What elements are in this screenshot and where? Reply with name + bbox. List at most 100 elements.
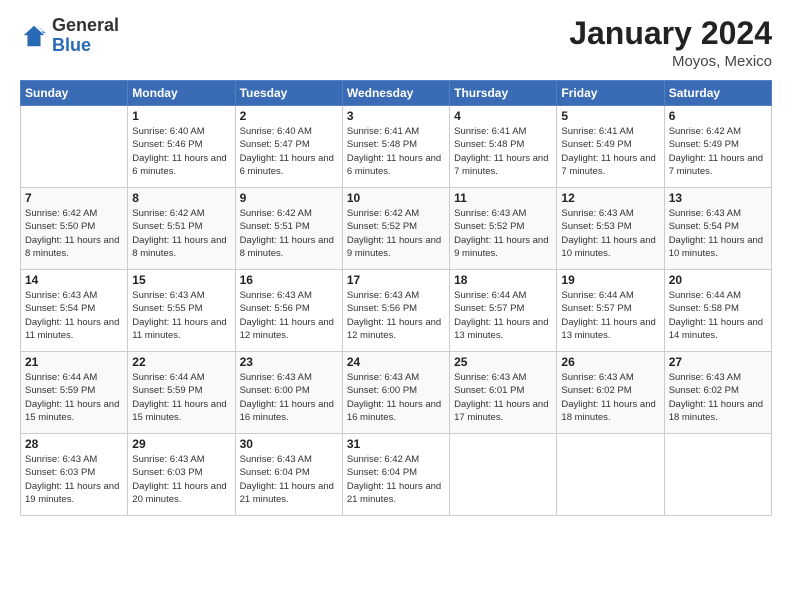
- header: General Blue January 2024 Moyos, Mexico: [20, 16, 772, 70]
- day-number: 5: [561, 109, 659, 123]
- day-cell: 20Sunrise: 6:44 AMSunset: 5:58 PMDayligh…: [664, 270, 771, 352]
- day-cell: 27 Sunrise: 6:43 AMSunset: 6:02 PMDayligh…: [664, 352, 771, 434]
- day-cell: 22Sunrise: 6:44 AMSunset: 5:59 PMDayligh…: [128, 352, 235, 434]
- day-info: Sunrise: 6:42 AMSunset: 5:51 PMDaylight:…: [132, 207, 230, 260]
- day-info: Sunrise: 6:42 AMSunset: 5:52 PMDaylight:…: [347, 207, 445, 260]
- day-info: Sunrise: 6:42 AMSunset: 6:04 PMDaylight:…: [347, 453, 445, 506]
- calendar-table: SundayMondayTuesdayWednesdayThursdayFrid…: [20, 80, 772, 516]
- day-number: 28: [25, 437, 123, 451]
- day-number: 20: [669, 273, 767, 287]
- week-row-1: 1Sunrise: 6:40 AMSunset: 5:46 PMDaylight…: [21, 106, 772, 188]
- day-info: Sunrise: 6:43 AMSunset: 5:55 PMDaylight:…: [132, 289, 230, 342]
- day-number: 26: [561, 355, 659, 369]
- day-number: 8: [132, 191, 230, 205]
- day-number: 29: [132, 437, 230, 451]
- day-info: Sunrise: 6:43 AMSunset: 5:52 PMDaylight:…: [454, 207, 552, 260]
- day-number: 16: [240, 273, 338, 287]
- day-number: 10: [347, 191, 445, 205]
- day-cell: 23 Sunrise: 6:43 AMSunset: 6:00 PMDayligh…: [235, 352, 342, 434]
- week-row-5: 28 Sunrise: 6:43 AMSunset: 6:03 PMDayligh…: [21, 434, 772, 516]
- day-info: Sunrise: 6:43 AMSunset: 6:00 PMDaylight:…: [240, 371, 338, 424]
- day-number: 3: [347, 109, 445, 123]
- header-row: SundayMondayTuesdayWednesdayThursdayFrid…: [21, 81, 772, 106]
- day-cell: 7 Sunrise: 6:42 AMSunset: 5:50 PMDaylight…: [21, 188, 128, 270]
- header-cell-friday: Friday: [557, 81, 664, 106]
- logo: General Blue: [20, 16, 119, 56]
- day-info: Sunrise: 6:43 AMSunset: 6:00 PMDaylight:…: [347, 371, 445, 424]
- day-cell: 26Sunrise: 6:43 AMSunset: 6:02 PMDayligh…: [557, 352, 664, 434]
- week-row-2: 7 Sunrise: 6:42 AMSunset: 5:50 PMDaylight…: [21, 188, 772, 270]
- month-year: January 2024: [569, 16, 772, 51]
- day-number: 2: [240, 109, 338, 123]
- day-info: Sunrise: 6:42 AMSunset: 5:51 PMDaylight:…: [240, 207, 338, 260]
- day-cell: 30 Sunrise: 6:43 AMSunset: 6:04 PMDayligh…: [235, 434, 342, 516]
- day-number: 23: [240, 355, 338, 369]
- day-number: 1: [132, 109, 230, 123]
- day-cell: 1Sunrise: 6:40 AMSunset: 5:46 PMDaylight…: [128, 106, 235, 188]
- day-cell: 25 Sunrise: 6:43 AMSunset: 6:01 PMDayligh…: [450, 352, 557, 434]
- header-cell-saturday: Saturday: [664, 81, 771, 106]
- day-number: 27: [669, 355, 767, 369]
- day-cell: 13Sunrise: 6:43 AMSunset: 5:54 PMDayligh…: [664, 188, 771, 270]
- day-number: 24: [347, 355, 445, 369]
- day-cell: 11Sunrise: 6:43 AMSunset: 5:52 PMDayligh…: [450, 188, 557, 270]
- day-number: 17: [347, 273, 445, 287]
- day-cell: 12Sunrise: 6:43 AMSunset: 5:53 PMDayligh…: [557, 188, 664, 270]
- day-number: 15: [132, 273, 230, 287]
- day-info: Sunrise: 6:43 AMSunset: 6:01 PMDaylight:…: [454, 371, 552, 424]
- day-cell: 10 Sunrise: 6:42 AMSunset: 5:52 PMDayligh…: [342, 188, 449, 270]
- day-number: 31: [347, 437, 445, 451]
- header-cell-monday: Monday: [128, 81, 235, 106]
- day-cell: 6Sunrise: 6:42 AMSunset: 5:49 PMDaylight…: [664, 106, 771, 188]
- day-info: Sunrise: 6:44 AMSunset: 5:59 PMDaylight:…: [132, 371, 230, 424]
- day-info: Sunrise: 6:43 AMSunset: 6:02 PMDaylight:…: [669, 371, 767, 424]
- day-cell: 15 Sunrise: 6:43 AMSunset: 5:55 PMDayligh…: [128, 270, 235, 352]
- day-cell: [557, 434, 664, 516]
- day-info: Sunrise: 6:44 AMSunset: 5:57 PMDaylight:…: [454, 289, 552, 342]
- day-info: Sunrise: 6:43 AMSunset: 5:56 PMDaylight:…: [240, 289, 338, 342]
- header-cell-thursday: Thursday: [450, 81, 557, 106]
- calendar-page: General Blue January 2024 Moyos, Mexico …: [0, 0, 792, 612]
- day-number: 18: [454, 273, 552, 287]
- title-block: January 2024 Moyos, Mexico: [569, 16, 772, 70]
- day-cell: 18 Sunrise: 6:44 AMSunset: 5:57 PMDayligh…: [450, 270, 557, 352]
- day-cell: [664, 434, 771, 516]
- day-number: 4: [454, 109, 552, 123]
- day-cell: 24 Sunrise: 6:43 AMSunset: 6:00 PMDayligh…: [342, 352, 449, 434]
- header-cell-tuesday: Tuesday: [235, 81, 342, 106]
- day-cell: 19 Sunrise: 6:44 AMSunset: 5:57 PMDayligh…: [557, 270, 664, 352]
- day-cell: 28 Sunrise: 6:43 AMSunset: 6:03 PMDayligh…: [21, 434, 128, 516]
- day-cell: 17 Sunrise: 6:43 AMSunset: 5:56 PMDayligh…: [342, 270, 449, 352]
- day-number: 9: [240, 191, 338, 205]
- day-info: Sunrise: 6:43 AMSunset: 6:03 PMDaylight:…: [132, 453, 230, 506]
- day-cell: 9 Sunrise: 6:42 AMSunset: 5:51 PMDaylight…: [235, 188, 342, 270]
- day-number: 7: [25, 191, 123, 205]
- day-cell: 8 Sunrise: 6:42 AMSunset: 5:51 PMDaylight…: [128, 188, 235, 270]
- day-number: 19: [561, 273, 659, 287]
- day-info: Sunrise: 6:41 AMSunset: 5:48 PMDaylight:…: [454, 125, 552, 178]
- day-number: 14: [25, 273, 123, 287]
- day-cell: [450, 434, 557, 516]
- day-info: Sunrise: 6:43 AMSunset: 6:03 PMDaylight:…: [25, 453, 123, 506]
- day-number: 6: [669, 109, 767, 123]
- day-number: 13: [669, 191, 767, 205]
- day-number: 25: [454, 355, 552, 369]
- header-cell-sunday: Sunday: [21, 81, 128, 106]
- day-cell: 29 Sunrise: 6:43 AMSunset: 6:03 PMDayligh…: [128, 434, 235, 516]
- day-info: Sunrise: 6:41 AMSunset: 5:49 PMDaylight:…: [561, 125, 659, 178]
- day-info: Sunrise: 6:42 AMSunset: 5:50 PMDaylight:…: [25, 207, 123, 260]
- day-cell: [21, 106, 128, 188]
- logo-text: General Blue: [52, 16, 119, 56]
- day-number: 30: [240, 437, 338, 451]
- day-info: Sunrise: 6:44 AMSunset: 5:57 PMDaylight:…: [561, 289, 659, 342]
- week-row-3: 14Sunrise: 6:43 AMSunset: 5:54 PMDayligh…: [21, 270, 772, 352]
- day-info: Sunrise: 6:43 AMSunset: 6:04 PMDaylight:…: [240, 453, 338, 506]
- header-cell-wednesday: Wednesday: [342, 81, 449, 106]
- day-info: Sunrise: 6:40 AMSunset: 5:47 PMDaylight:…: [240, 125, 338, 178]
- day-info: Sunrise: 6:44 AMSunset: 5:59 PMDaylight:…: [25, 371, 123, 424]
- day-info: Sunrise: 6:43 AMSunset: 5:56 PMDaylight:…: [347, 289, 445, 342]
- day-number: 12: [561, 191, 659, 205]
- day-cell: 21Sunrise: 6:44 AMSunset: 5:59 PMDayligh…: [21, 352, 128, 434]
- day-cell: 5 Sunrise: 6:41 AMSunset: 5:49 PMDaylight…: [557, 106, 664, 188]
- day-cell: 2 Sunrise: 6:40 AMSunset: 5:47 PMDaylight…: [235, 106, 342, 188]
